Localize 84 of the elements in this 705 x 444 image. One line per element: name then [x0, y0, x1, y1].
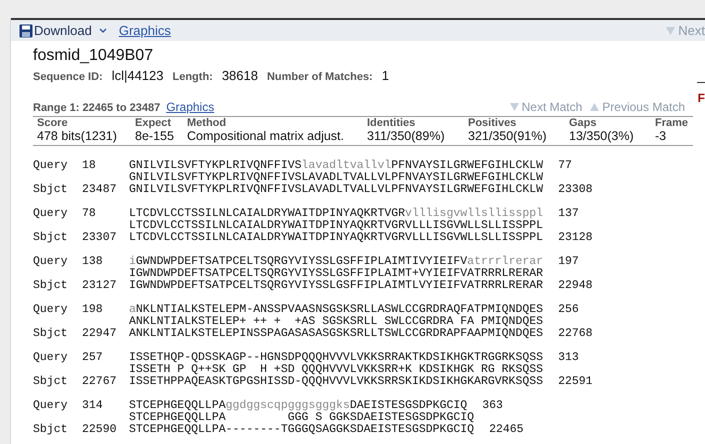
caret-icon[interactable] [98, 28, 107, 34]
meta-value: lcl|44123 [112, 68, 164, 83]
table-cell-text: 311/350(89%) [367, 129, 446, 143]
match-line: LTCDVLCCTSSILNLCAIALDRYWAITDPINYAQKRTVGRVLLLISGVWLLSLLISSPPL [129, 220, 544, 232]
position-number: 77 [558, 160, 572, 172]
row-label: Sbjct [33, 232, 69, 244]
column-header: Expect [135, 117, 172, 129]
position-number: 23308 [558, 184, 593, 196]
row-label: Query [33, 160, 69, 172]
position-number: 363 [482, 400, 503, 412]
position-number: 23307 [82, 232, 118, 244]
query-sequence: aNKLNTIALKSTELEPM-ANSSPVAASNSGSKSRLLASWLCCGRDRAQFATPMIQNDQES [129, 304, 544, 316]
query-sequence: ISSETHQP-QDSSKAGP--HGNSDPQQQHVVVLVKKSRRAKTKDSIKHGKTRGGRKSQSS [129, 352, 544, 364]
row-label: Query [33, 208, 69, 220]
row-label: Query [33, 400, 69, 412]
position-number: 138 [82, 256, 104, 268]
subject-sequence: GNILVILSVFTYKPLRIVQNFFIVSLAVADLTVALLVLPFNVAYSILGRWEFGIHLCKLW [129, 184, 544, 196]
position-number: 197 [558, 256, 579, 268]
graphics-link[interactable]: Graphics [166, 100, 214, 114]
row-label: Sbjct [33, 424, 69, 436]
up-triangle-icon [590, 103, 600, 111]
subject-sequence: ANKLNTIALKSTELEPINSSPAGASASASGSKSRLLTSWLCCGRDRAPFAAPMIQNDQES [129, 328, 544, 340]
table-cell-text: 321/350(91%) [468, 129, 548, 143]
query-sequence: iGWNDWPDEFTSATPCELTSQRGYVIYSSLGSFFIPLAIMTIVYIEIFVatrrrlrerar [129, 256, 544, 268]
match-line: STCEPHGEQQLLPA GGG S GGKSDAEISTESGSDPKGCIQ [129, 412, 474, 424]
column-header: Frame [655, 117, 690, 129]
match-line: ANKLNTIALKSTELEP+ ++ + +AS SGSKSRLL SWLCCGRDRA FA PMIQNDQES [129, 316, 544, 328]
position-number: 137 [558, 208, 579, 220]
position-number: 256 [558, 304, 579, 316]
column-header: Gaps [569, 117, 598, 129]
meta-label: Sequence ID: [33, 71, 103, 83]
position-number: 22947 [82, 328, 118, 340]
query-sequence: GNILVILSVFTYKPLRIVQNFFIVSlavadltvallvlPFNVAYSILGRWEFGIHLCKLW [129, 160, 544, 172]
position-number: 198 [82, 304, 104, 316]
query-sequence: LTCDVLCCTSSILNLCAIALDRYWAITDPINYAQKRTVGRvlllisgvwllsllissppl [129, 208, 544, 220]
sequence-title: fosmid_1049B07 [33, 47, 154, 65]
position-number: 23487 [82, 184, 118, 196]
cut-off-text: F [698, 91, 705, 105]
row-label: Sbjct [33, 376, 69, 388]
row-label: Query [33, 256, 69, 268]
position-number: 22465 [489, 424, 524, 436]
position-number: 22948 [558, 280, 593, 292]
row-label: Sbjct [33, 280, 69, 292]
table-cell-text: 8e-155 [135, 129, 175, 143]
row-label: Sbjct [33, 328, 69, 340]
meta-label: Length: [172, 71, 213, 83]
row-label: Query [33, 352, 69, 364]
row-label: Sbjct [33, 184, 69, 196]
table-cell-text: 478 bits(1231) [37, 129, 118, 143]
table-cell-text: 13/350(3%) [569, 129, 635, 143]
match-line: IGWNDWPDEFTSATPCELTSQRGYVIYSSLGSFFIPLAIMT+VYIEIFVATRRRLRERAR [129, 268, 544, 280]
table-cell-text: -3 [655, 129, 668, 143]
position-number: 18 [82, 160, 97, 172]
download-label[interactable]: Download [34, 23, 92, 38]
column-header: Identities [367, 117, 416, 129]
match-line: ISSETH P Q++SK GP H +SD QQQHVVVLVKKSRR+K KDSIKHGK RG RKSQSS [129, 364, 544, 376]
subject-sequence: LTCDVLCCTSSILNLCAIALDRYWAITDPINYAQKRTVGRVLLLISGVWLLSLLISSPPL [129, 232, 544, 244]
position-number: 313 [558, 352, 579, 364]
query-sequence: STCEPHGEQQLLPAggdggscqpgggsgggksDAEISTESGSDPKGCIQ [129, 400, 468, 412]
graphics-link[interactable]: Graphics [118, 23, 171, 38]
subject-sequence: ISSETHPPAQEASKTGPGSHISSD-QQQHVVVLVKKSRRSKIKDSIKHGKARGVRKSQSS [129, 376, 544, 388]
position-number: 22591 [558, 376, 593, 388]
position-number: 78 [82, 208, 97, 220]
column-header: Score [37, 117, 69, 129]
subject-sequence: STCEPHGEQQLLPA--------TGGGQSAGGKSDAEISTESGSDPKGCIQ [129, 424, 474, 436]
down-triangle-icon [510, 103, 519, 111]
position-number: 23128 [558, 232, 593, 244]
position-number: 22768 [558, 328, 593, 340]
row-label: Query [33, 304, 69, 316]
table-cell-text: Compositional matrix adjust. [187, 129, 346, 143]
position-number: 314 [82, 400, 104, 412]
match-line: GNILVILSVFTYKPLRIVQNFFIVSLAVADLTVALLVLPFNVAYSILGRWEFGIHLCKLW [129, 172, 544, 184]
position-number: 257 [82, 352, 104, 364]
down-triangle-icon [666, 26, 676, 34]
meta-value: 1 [382, 68, 389, 83]
meta-label: Number of Matches: [266, 71, 373, 83]
column-header: Method [187, 117, 228, 129]
column-header: Positives [468, 117, 518, 129]
range-label: Range 1: 22465 to 23487 [33, 102, 160, 114]
position-number: 22590 [82, 424, 118, 436]
position-number: 22767 [82, 376, 118, 388]
subject-sequence: IGWNDWPDEFTSATPCELTSQRGYVIYSSLGSFFIPLAIMTLVYIEIFVATRRRLRERAR [129, 280, 544, 292]
position-number: 23127 [82, 280, 118, 292]
meta-value: 38618 [222, 68, 258, 83]
